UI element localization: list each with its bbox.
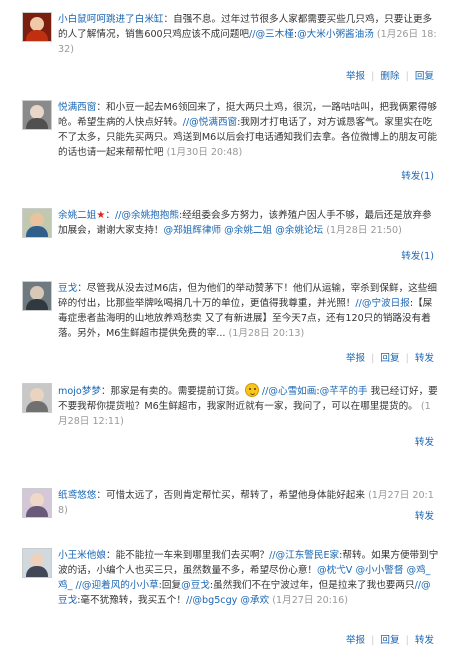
timestamp: (1月30日 20:48) (166, 147, 243, 158)
mention-link[interactable]: //@余姚抱抱熊 (115, 210, 179, 221)
comment-text: 余姚二姐★：//@余姚抱抱熊:经组委会多方努力，该养殖户因人手不够，最后还是放弃… (58, 210, 432, 236)
report-link[interactable]: 举报 (346, 71, 365, 82)
forward-link[interactable]: 转发 (415, 511, 434, 522)
mention-link[interactable]: //@bg5cgy (186, 595, 237, 606)
comment-actions: 举报 | 回复 | 转发 (345, 353, 434, 364)
forward-link[interactable]: 转发(1) (401, 251, 434, 262)
comment-text: mojo梦梦：那家是有卖的。需要提前订货。 //@心雪如画:@芊芊的手 我已经订… (58, 383, 440, 429)
comment-text: 小王米他娘：能不能拉一车来到哪里我们去买啊？//@江东警民E家:帮转。如果方便带… (58, 550, 439, 606)
comment-actions: 举报 | 删除 | 回复 (345, 71, 434, 82)
comment-actions: 转发 (415, 508, 434, 522)
mention-link[interactable]: @大米小粥酱油汤 (297, 29, 374, 40)
comment-text: 小白鼠呵呵跳进了白米缸：自强不息。过年过节很多人家都需要买些几只鸡，只要让更多的… (58, 14, 437, 55)
avatar[interactable] (22, 488, 52, 518)
mention-link[interactable]: @芊芊的手 (320, 386, 368, 397)
user-name-link[interactable]: 小王米他娘 (58, 550, 106, 561)
avatar[interactable] (22, 208, 52, 238)
avatar[interactable] (22, 548, 52, 578)
forward-link[interactable]: 转发 (415, 353, 434, 364)
mention-link[interactable]: @承欢 (240, 595, 269, 606)
avatar[interactable] (22, 100, 52, 130)
user-name-link[interactable]: 小白鼠呵呵跳进了白米缸 (58, 14, 164, 25)
verified-star-icon: ★ (96, 210, 106, 221)
reply-link[interactable]: 回复 (380, 353, 399, 364)
mention-link[interactable]: //@江东警民E家 (269, 550, 339, 561)
mention-link[interactable]: @小小警督 (355, 565, 403, 576)
comment-text: 纸鸢悠悠：可惜太远了，否则肯定帮忙买，帮转了，希望他身体能好起来 (1月27日 … (58, 490, 434, 516)
comment-text: 悦满西窗：和小豆一起去M6领回来了，挺大两只土鸡，很沉，一路咕咕叫，把我俩累得够… (58, 102, 437, 158)
delete-link[interactable]: 删除 (380, 71, 399, 82)
mention-link[interactable]: //@三木槿 (249, 29, 294, 40)
reply-link[interactable]: 回复 (415, 71, 434, 82)
report-link[interactable]: 举报 (346, 635, 365, 646)
reply-link[interactable]: 回复 (380, 635, 399, 646)
comment-actions: 转发(1) (401, 168, 434, 182)
timestamp: (1月28日 20:13) (228, 328, 305, 339)
mention-link[interactable]: //@宁波日报 (355, 298, 409, 309)
avatar[interactable] (22, 281, 52, 311)
user-name-link[interactable]: 悦满西窗 (58, 102, 96, 113)
user-name-link[interactable]: 余姚二姐 (58, 210, 96, 221)
avatar[interactable] (22, 383, 52, 413)
mention-link[interactable]: //@心雪如画 (262, 386, 316, 397)
forward-link[interactable]: 转发(1) (401, 171, 434, 182)
report-link[interactable]: 举报 (346, 353, 365, 364)
comment-text: 豆戈：尽管我从没去过M6店，但为他们的举动赞茅下！他们从运输，宰杀到保鲜，这些细… (58, 283, 437, 339)
mention-link[interactable]: //@悦满西窗 (183, 117, 237, 128)
smiley-emoji-icon (244, 383, 259, 397)
comment-actions: 举报 | 回复 | 转发 (345, 635, 434, 646)
mention-link[interactable]: //@迎着风的小小草 (75, 580, 158, 591)
avatar[interactable] (22, 12, 52, 42)
mention-link[interactable]: @枕弋V (317, 565, 352, 576)
mention-link[interactable]: @郑姐辉律师 (164, 225, 222, 236)
timestamp: (1月27日 20:16) (272, 595, 348, 606)
timestamp: (1月28日 21:50) (326, 225, 402, 236)
forward-link[interactable]: 转发 (415, 635, 434, 646)
comment-actions: 转发(1) (401, 248, 434, 262)
mention-link[interactable]: @豆戈 (181, 580, 210, 591)
user-name-link[interactable]: mojo梦梦 (58, 386, 101, 397)
mention-link[interactable]: @余姚论坛 (275, 225, 323, 236)
forward-link[interactable]: 转发 (415, 437, 434, 448)
user-name-link[interactable]: 豆戈 (58, 283, 77, 294)
comment-actions: 转发 (415, 434, 434, 448)
comment-feed: 小白鼠呵呵跳进了白米缸：自强不息。过年过节很多人家都需要买些几只鸡，只要让更多的… (0, 0, 450, 663)
mention-link[interactable]: @余姚二姐 (224, 225, 272, 236)
user-name-link[interactable]: 纸鸢悠悠 (58, 490, 96, 501)
